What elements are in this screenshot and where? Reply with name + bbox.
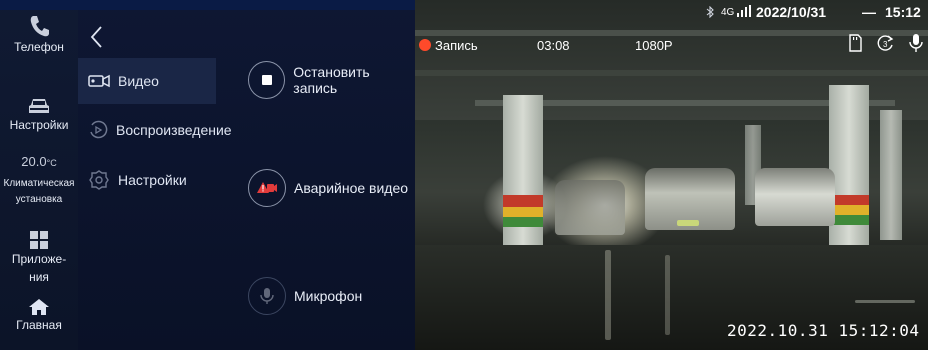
dashcam-screen: Телефон Настройки 20.0°C Климатическая у… (0, 0, 928, 350)
video-camera-icon (88, 70, 110, 92)
menu-item-label: Видео (118, 73, 159, 89)
emergency-video-label: Аварийное видео (294, 180, 409, 196)
emergency-video-button[interactable]: Аварийное видео (248, 166, 408, 210)
top-strip (0, 0, 415, 10)
ceiling-beam (415, 70, 928, 76)
climate-label: Климатическая установка (3, 178, 75, 205)
microphone-status-icon[interactable] (909, 33, 923, 53)
home-icon (29, 299, 49, 315)
back-arrow-icon[interactable] (86, 24, 108, 50)
menu-item-video[interactable]: Видео (78, 58, 216, 104)
recording-indicator: Запись (419, 38, 478, 53)
signal-strength-icon (737, 5, 751, 17)
phone-icon (30, 16, 49, 37)
left-sidebar: Телефон Настройки 20.0°C Климатическая у… (0, 0, 78, 350)
stop-icon (248, 61, 286, 99)
emergency-video-icon (248, 169, 286, 207)
sidebar-item-apps[interactable]: Приложе- ния (0, 230, 78, 284)
parked-car (755, 168, 835, 226)
status-bar: 4G 2022/10/31 — 15:12 (415, 0, 928, 26)
camera-live-view[interactable]: Запись 03:08 1080P 3 2022.10.31 15:12:04 (415, 0, 928, 350)
floor-marking (855, 300, 915, 303)
license-plate (677, 220, 699, 226)
apps-icon (30, 231, 48, 249)
sidebar-item-phone[interactable]: Телефон (0, 14, 78, 54)
sidebar-item-label: Настройки (9, 118, 69, 132)
loop-recording-icon[interactable]: 3 (877, 34, 895, 52)
sidebar-item-home[interactable]: Главная (0, 298, 78, 332)
sidebar-item-label: Телефон (14, 40, 64, 54)
parking-pillar (829, 85, 869, 245)
video-resolution: 1080P (635, 38, 673, 53)
sidebar-item-settings[interactable]: Настройки (0, 96, 78, 132)
network-type: 4G (721, 7, 735, 18)
microphone-label: Микрофон (294, 288, 363, 304)
floor-reflection (605, 250, 611, 340)
recording-elapsed-time: 03:08 (537, 38, 570, 53)
stop-recording-label: Остановить запись (293, 64, 370, 96)
record-dot-icon (419, 39, 431, 51)
microphone-icon (248, 277, 286, 315)
status-date: 2022/10/31 (756, 4, 827, 20)
climate-temperature: 20.0°C (21, 154, 57, 169)
parking-pillar (503, 95, 543, 245)
playback-icon (88, 119, 108, 141)
settings-gear-icon (88, 169, 110, 191)
stop-recording-button[interactable]: Остановить запись (248, 58, 415, 102)
sidebar-item-climate[interactable]: 20.0°C Климатическая установка (0, 155, 78, 206)
dashcam-menu-panel: Видео Воспроизведение Настройки Останови… (78, 0, 415, 350)
video-timestamp: 2022.10.31 15:12:04 (727, 321, 920, 340)
sidebar-item-label: Главная (16, 318, 62, 332)
sd-card-icon[interactable] (847, 34, 863, 52)
car-icon (29, 99, 49, 113)
floor-reflection (665, 255, 670, 335)
menu-item-settings[interactable]: Настройки (78, 157, 216, 203)
menu-item-label: Настройки (118, 172, 187, 188)
status-time: 15:12 (885, 4, 921, 20)
microphone-button[interactable]: Микрофон (248, 274, 362, 318)
menu-item-label: Воспроизведение (116, 122, 232, 138)
parking-pillar (880, 110, 902, 240)
status-dash: — (862, 4, 876, 20)
svg-text:3: 3 (883, 40, 888, 49)
bluetooth-icon (706, 6, 714, 18)
menu-item-playback[interactable]: Воспроизведение (78, 107, 232, 153)
sidebar-item-label: Приложе- ния (11, 252, 67, 284)
parked-car (555, 180, 625, 235)
